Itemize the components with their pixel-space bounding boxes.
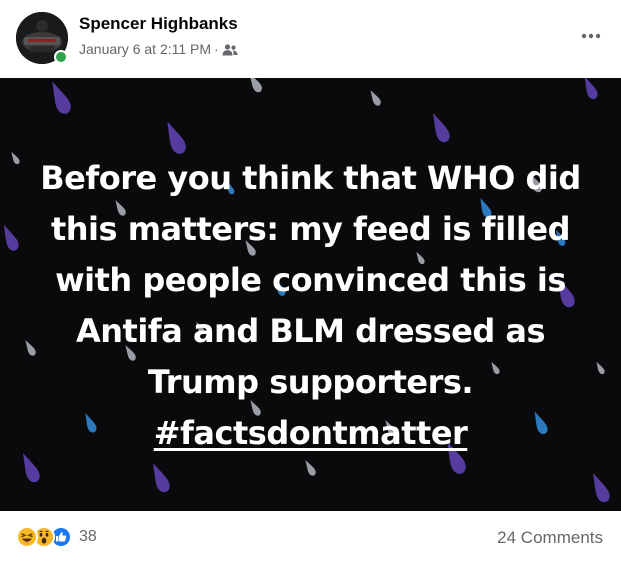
raindrop-shape	[580, 78, 600, 101]
post-card: Spencer Highbanks January 6 at 2:11 PM ·	[0, 0, 621, 561]
more-horizontal-icon	[581, 33, 601, 39]
meta-separator: ·	[214, 41, 219, 57]
post-header: Spencer Highbanks January 6 at 2:11 PM ·	[0, 0, 621, 78]
raindrop-shape	[45, 78, 74, 117]
raindrop-shape	[160, 118, 189, 157]
comments-count-link[interactable]: 24 Comments	[497, 528, 603, 548]
reaction-count: 38	[79, 528, 97, 545]
reactions-summary[interactable]: 38	[16, 526, 97, 548]
raindrop-shape	[147, 460, 173, 495]
post-message-line: this matters: my feed is filled	[50, 210, 571, 248]
post-message-line: Antifa and BLM dressed as	[75, 312, 546, 350]
author-avatar[interactable]	[16, 12, 68, 64]
post-timestamp[interactable]: January 6 at 2:11 PM	[79, 41, 211, 57]
raindrop-shape	[427, 110, 453, 145]
hashtag-link[interactable]: #factsdontmatter	[154, 408, 468, 459]
raindrop-shape	[245, 78, 264, 94]
post-message-line: with people convinced this is	[55, 261, 566, 299]
raindrop-shape	[0, 222, 21, 253]
raindrop-shape	[302, 458, 318, 478]
author-name[interactable]: Spencer Highbanks	[79, 14, 238, 34]
friends-icon[interactable]	[222, 43, 238, 56]
raindrop-shape	[587, 470, 613, 505]
more-options-button[interactable]	[577, 24, 605, 48]
haha-icon	[16, 526, 38, 548]
post-footer: 38 24 Comments	[0, 511, 621, 561]
post-message-line: Trump supporters.	[147, 363, 474, 401]
online-status-dot	[54, 50, 68, 64]
post-meta: January 6 at 2:11 PM ·	[79, 41, 238, 57]
post-message: Before you think that WHO did this matte…	[20, 153, 601, 459]
raindrop-shape	[367, 88, 383, 108]
post-message-line: Before you think that WHO did	[40, 159, 581, 197]
post-text-background[interactable]: Before you think that WHO did this matte…	[0, 78, 621, 511]
